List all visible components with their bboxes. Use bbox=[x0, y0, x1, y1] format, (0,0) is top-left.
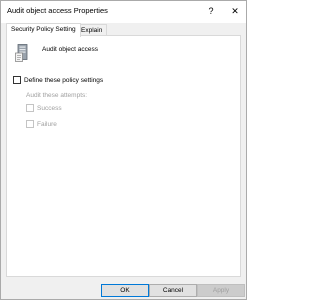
success-label: Success bbox=[37, 104, 62, 112]
security-policy-panel: Audit object access Define these policy … bbox=[6, 35, 241, 277]
success-checkbox-box[interactable] bbox=[26, 104, 34, 112]
tab-strip: Security Policy Setting Explain bbox=[6, 23, 241, 37]
define-policy-label: Define these policy settings bbox=[24, 76, 104, 84]
apply-button[interactable]: Apply bbox=[197, 284, 245, 297]
close-icon[interactable]: ✕ bbox=[228, 4, 242, 18]
failure-checkbox-box[interactable] bbox=[26, 120, 34, 128]
define-policy-checkbox[interactable]: Define these policy settings bbox=[13, 76, 103, 84]
cancel-button[interactable]: Cancel bbox=[149, 284, 197, 297]
audit-attempts-label: Audit these attempts: bbox=[26, 92, 88, 99]
success-checkbox[interactable]: Success bbox=[26, 104, 62, 112]
title-bar[interactable]: Audit object access Properties ? ✕ bbox=[1, 1, 246, 23]
failure-label: Failure bbox=[37, 120, 57, 128]
define-policy-checkbox-box[interactable] bbox=[13, 76, 21, 84]
properties-dialog: Audit object access Properties ? ✕ Secur… bbox=[0, 0, 247, 300]
help-icon[interactable]: ? bbox=[204, 4, 218, 18]
policy-name: Audit object access bbox=[42, 46, 99, 53]
ok-button[interactable]: OK bbox=[101, 284, 149, 297]
failure-checkbox[interactable]: Failure bbox=[26, 120, 57, 128]
policy-server-icon bbox=[15, 44, 28, 62]
window-title: Audit object access Properties bbox=[7, 6, 108, 15]
tab-security-policy-setting[interactable]: Security Policy Setting bbox=[6, 23, 81, 37]
